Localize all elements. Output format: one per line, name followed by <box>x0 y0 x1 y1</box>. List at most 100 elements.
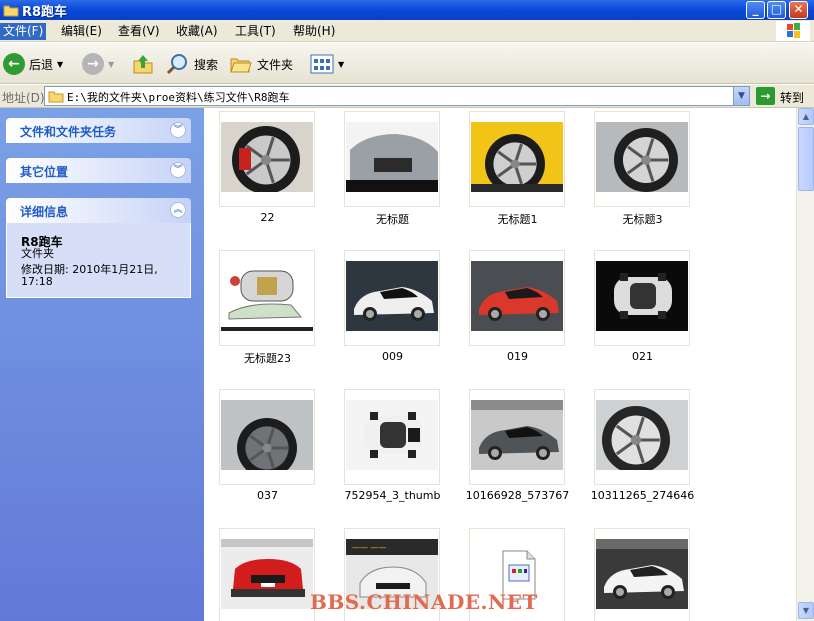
thumbnail-image <box>346 122 438 192</box>
other-places-title: 其它位置 <box>20 165 69 179</box>
file-thumbnail[interactable] <box>344 250 440 346</box>
menu-file[interactable]: 文件(F) <box>0 23 47 40</box>
scroll-up-button[interactable]: ▲ <box>798 108 814 125</box>
file-thumbnail[interactable] <box>594 389 690 485</box>
go-arrow-icon[interactable]: → <box>756 87 775 105</box>
thumbnail-image <box>221 261 313 331</box>
scroll-thumb[interactable] <box>798 127 814 191</box>
expand-chevron-icon[interactable]: ︾ <box>170 122 186 138</box>
details-panel-body: R8跑车 文件夹 修改日期: 2010年1月21日, 17:18 <box>6 223 191 298</box>
menu-favorites[interactable]: 收藏(A) <box>173 23 221 40</box>
search-label: 搜索 <box>194 57 219 72</box>
task-sidebar <box>0 108 204 621</box>
back-label: 后退 <box>29 57 54 72</box>
thumbnail-image <box>346 261 438 331</box>
close-button[interactable]: ✕ <box>789 1 808 19</box>
file-name[interactable]: 无标题3 <box>580 211 705 227</box>
file-name[interactable]: 无标题23 <box>205 350 330 366</box>
views-button[interactable]: ▼ <box>310 50 344 78</box>
thumbnail-image <box>596 122 688 192</box>
menu-tools[interactable]: 工具(T) <box>232 23 279 40</box>
maximize-button[interactable]: □ <box>767 1 786 19</box>
folders-icon <box>230 58 252 73</box>
file-name[interactable]: 10311265_274646 <box>580 489 705 502</box>
address-input[interactable]: E:\我的文件夹\proe资料\练习文件\R8跑车 ▼ <box>44 86 750 106</box>
folder-icon <box>3 5 19 17</box>
file-name[interactable]: 22 <box>205 211 330 224</box>
file-thumbnail[interactable] <box>469 111 565 207</box>
expand-chevron-icon[interactable]: ︾ <box>170 162 186 178</box>
file-tasks-panel-header[interactable]: 文件和文件夹任务 ︾ <box>6 118 191 143</box>
windows-logo-icon <box>776 21 810 41</box>
watermark: BBS.CHINADE.NET <box>310 590 538 614</box>
file-thumbnail[interactable] <box>219 111 315 207</box>
menu-help[interactable]: 帮助(H) <box>290 23 338 40</box>
go-button[interactable]: 转到 <box>780 89 804 106</box>
thumbnail-image <box>596 539 688 609</box>
file-name[interactable]: 10166928_573767 <box>455 489 580 502</box>
file-thumbnail[interactable] <box>344 111 440 207</box>
toolbar: ← 后退 ▼ → ▼ 搜索 文件夹 ▼ <box>0 43 814 84</box>
details-title: 详细信息 <box>20 205 69 219</box>
scroll-down-button[interactable]: ▼ <box>798 602 814 619</box>
file-name[interactable]: 019 <box>455 350 580 363</box>
file-thumbnail[interactable] <box>219 250 315 346</box>
address-dropdown-icon[interactable]: ▼ <box>733 87 749 105</box>
views-icon <box>310 54 334 74</box>
thumbnail-image <box>221 122 313 192</box>
forward-arrow-icon: → <box>82 53 104 75</box>
search-button[interactable]: 搜索 <box>166 50 218 78</box>
file-name[interactable]: 021 <box>580 350 705 363</box>
file-view: 22 无标题 无标题1 无标题3 无标题23 009 019 021 037 752954_3_t… <box>204 108 796 621</box>
folders-label: 文件夹 <box>257 57 294 72</box>
thumbnail-image <box>596 400 688 470</box>
up-folder-icon <box>133 55 153 74</box>
thumbnail-image <box>471 261 563 331</box>
folder-icon <box>48 91 64 103</box>
window-title: R8跑车 <box>22 5 68 20</box>
thumbnail-image <box>346 400 438 470</box>
file-name[interactable]: 无标题1 <box>455 211 580 227</box>
detail-modified-time: 17:18 <box>21 275 53 288</box>
file-thumbnail[interactable] <box>219 389 315 485</box>
file-thumbnail[interactable] <box>219 528 315 621</box>
vertical-scrollbar[interactable]: ▲ ▼ <box>796 108 814 621</box>
thumbnail-image <box>221 400 313 470</box>
folders-button[interactable]: 文件夹 <box>229 50 293 78</box>
other-places-panel-header[interactable]: 其它位置 ︾ <box>6 158 191 183</box>
file-thumbnail[interactable] <box>594 528 690 621</box>
file-thumbnail[interactable] <box>594 111 690 207</box>
detail-type: 文件夹 <box>21 247 54 260</box>
address-bar: 地址(D) E:\我的文件夹\proe资料\练习文件\R8跑车 ▼ → 转到 <box>0 85 814 108</box>
back-dropdown-icon[interactable]: ▼ <box>57 60 63 69</box>
file-thumbnail[interactable] <box>469 389 565 485</box>
thumbnail-image <box>471 400 563 470</box>
back-arrow-icon: ← <box>3 53 25 75</box>
minimize-button[interactable]: _ <box>746 1 765 19</box>
back-button[interactable]: ← 后退 ▼ <box>3 50 63 78</box>
file-name[interactable]: 无标题 <box>330 211 455 227</box>
file-thumbnail[interactable] <box>344 389 440 485</box>
thumbnail-image <box>596 261 688 331</box>
up-folder-button[interactable] <box>131 50 155 78</box>
file-thumbnail[interactable] <box>594 250 690 346</box>
file-tasks-title: 文件和文件夹任务 <box>20 125 117 139</box>
views-dropdown-icon[interactable]: ▼ <box>338 60 344 69</box>
file-name[interactable]: 009 <box>330 350 455 363</box>
address-path: E:\我的文件夹\proe资料\练习文件\R8跑车 <box>67 91 290 104</box>
menu-view[interactable]: 查看(V) <box>115 23 163 40</box>
details-panel-header[interactable]: 详细信息 ︽ <box>6 198 191 223</box>
file-name[interactable]: 037 <box>205 489 330 502</box>
forward-dropdown-icon[interactable]: ▼ <box>108 60 114 69</box>
forward-button[interactable]: → ▼ <box>82 50 114 78</box>
svg-text:—— ——: —— —— <box>352 543 387 552</box>
search-icon <box>166 54 187 75</box>
address-label: 地址(D) <box>2 91 45 105</box>
title-bar: R8跑车 _ □ ✕ <box>0 0 814 20</box>
menu-edit[interactable]: 编辑(E) <box>58 23 105 40</box>
file-name[interactable]: 752954_3_thumb <box>330 489 455 502</box>
thumbnail-image <box>471 122 563 192</box>
menu-bar: 文件(F) 编辑(E) 查看(V) 收藏(A) 工具(T) 帮助(H) <box>0 20 814 42</box>
collapse-chevron-icon[interactable]: ︽ <box>170 202 186 218</box>
file-thumbnail[interactable] <box>469 250 565 346</box>
